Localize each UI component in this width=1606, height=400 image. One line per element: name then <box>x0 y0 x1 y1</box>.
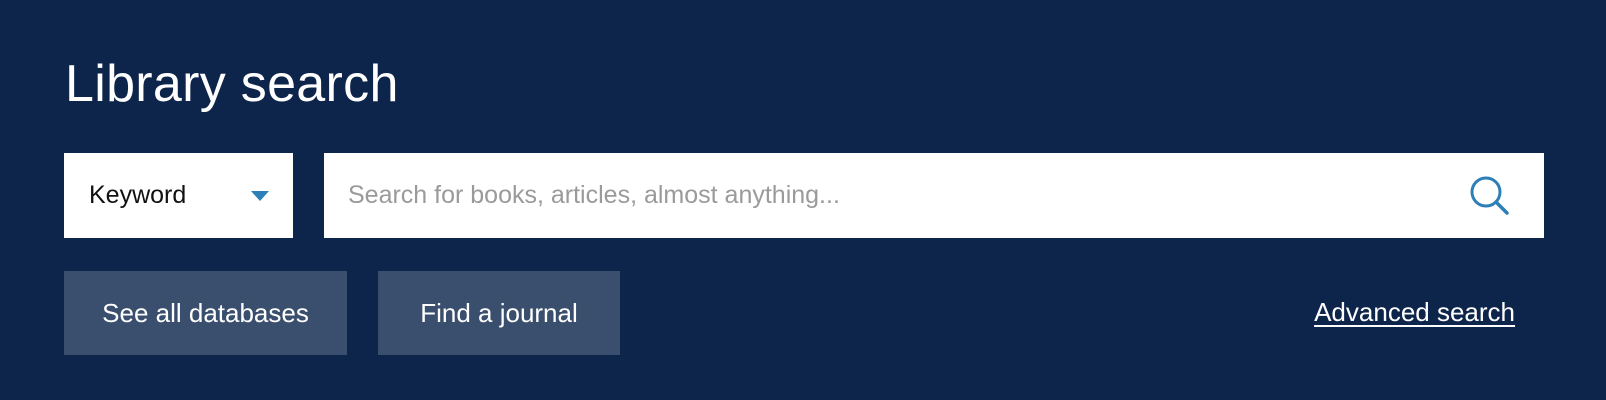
search-type-selected: Keyword <box>89 181 187 209</box>
search-icon <box>1470 176 1509 215</box>
see-all-databases-button[interactable]: See all databases <box>64 271 347 355</box>
search-type-dropdown[interactable]: Keyword <box>64 153 293 238</box>
search-input[interactable] <box>324 153 1450 238</box>
page-title: Library search <box>65 55 399 113</box>
search-button[interactable] <box>1450 153 1530 238</box>
chevron-down-icon <box>251 190 269 201</box>
search-box <box>324 153 1544 238</box>
find-a-journal-button[interactable]: Find a journal <box>378 271 620 355</box>
advanced-search-link[interactable]: Advanced search <box>1314 296 1515 328</box>
library-search-panel: Library search Keyword See all databases… <box>0 0 1606 400</box>
